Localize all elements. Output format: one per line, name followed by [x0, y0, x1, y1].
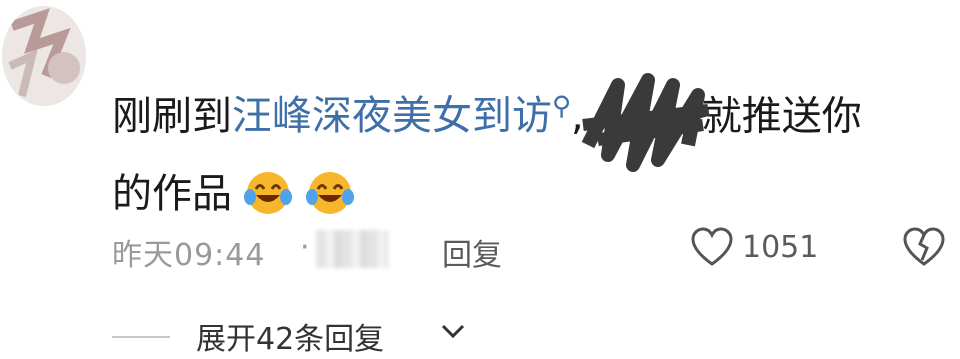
like-heart-icon[interactable] [690, 226, 734, 268]
topic-label: 汪峰深夜美女到访 [232, 93, 552, 140]
comment-suffix: 就推送你 [701, 93, 862, 140]
search-icon: ⚲ [552, 92, 572, 122]
comment-line2: 的作品 [112, 171, 232, 218]
blurred-location [316, 230, 388, 268]
comment-meta: 昨天09:44 · 回复 1051 [112, 226, 945, 274]
comment-text: 刚刷到汪峰深夜美女到访⚲, 就推送你 的作品 [112, 68, 942, 233]
laugh-cry-emoji [306, 172, 354, 215]
separator-dot: · [300, 230, 310, 265]
reply-button[interactable]: 回复 [442, 230, 502, 274]
broken-heart-icon[interactable] [902, 226, 946, 268]
like-count: 1051 [742, 230, 819, 265]
divider-line [112, 336, 170, 338]
comment-prefix: 刚刷到 [112, 93, 232, 140]
redaction-scribble [581, 73, 710, 173]
timestamp: 昨天09:44 [112, 238, 266, 273]
avatar[interactable] [2, 6, 86, 106]
expand-replies-label: 展开42条回复 [196, 322, 385, 357]
laugh-cry-emoji [244, 172, 292, 215]
topic-link[interactable]: 汪峰深夜美女到访⚲ [232, 92, 572, 140]
chevron-down-icon [441, 324, 465, 339]
